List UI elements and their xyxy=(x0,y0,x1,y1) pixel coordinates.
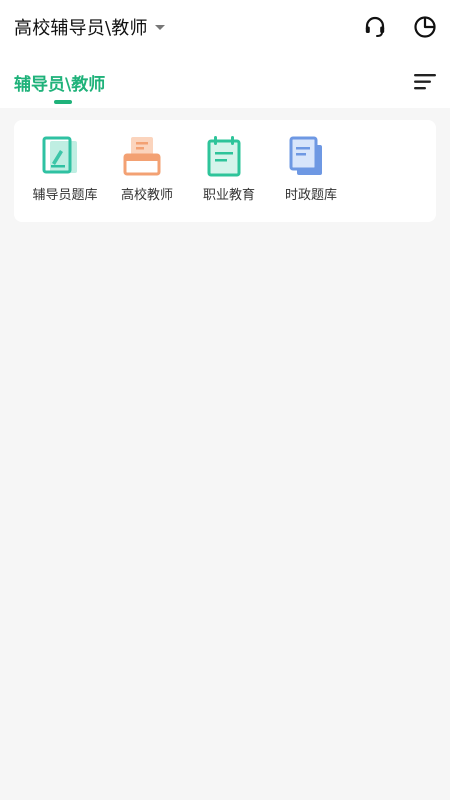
category-label: 辅导员题库 xyxy=(32,188,98,203)
category-item-counselor-bank[interactable]: 辅导员题库 xyxy=(18,120,100,222)
category-item-vocational-education[interactable]: 职业教育 xyxy=(182,120,264,222)
category-label: 时政题库 xyxy=(284,188,337,203)
top-bar: 高校辅导员\教师 xyxy=(0,0,450,56)
category-label: 高校教师 xyxy=(120,188,173,203)
caret-down-icon xyxy=(154,24,165,30)
documents-stack-icon xyxy=(286,136,326,178)
sort-menu-icon[interactable] xyxy=(414,72,436,92)
printer-doc-icon xyxy=(122,136,162,178)
pie-chart-icon[interactable] xyxy=(412,14,438,40)
category-label: 职业教育 xyxy=(202,188,255,203)
title-dropdown[interactable]: 高校辅导员\教师 xyxy=(14,14,165,40)
tab-bar: 辅导员\教师 xyxy=(0,56,450,108)
headset-icon[interactable] xyxy=(362,14,388,40)
notepad-icon xyxy=(204,136,244,178)
category-item-university-teacher[interactable]: 高校教师 xyxy=(100,120,182,222)
tab-counselor-teacher[interactable]: 辅导员\教师 xyxy=(14,70,105,95)
page-title: 高校辅导员\教师 xyxy=(14,18,148,39)
category-card: 辅导员题库 高校教师 职业教育 时政题库 xyxy=(14,120,436,222)
category-item-current-affairs-bank[interactable]: 时政题库 xyxy=(264,120,346,222)
tab-indicator xyxy=(54,100,72,104)
question-bank-icon xyxy=(40,136,80,178)
